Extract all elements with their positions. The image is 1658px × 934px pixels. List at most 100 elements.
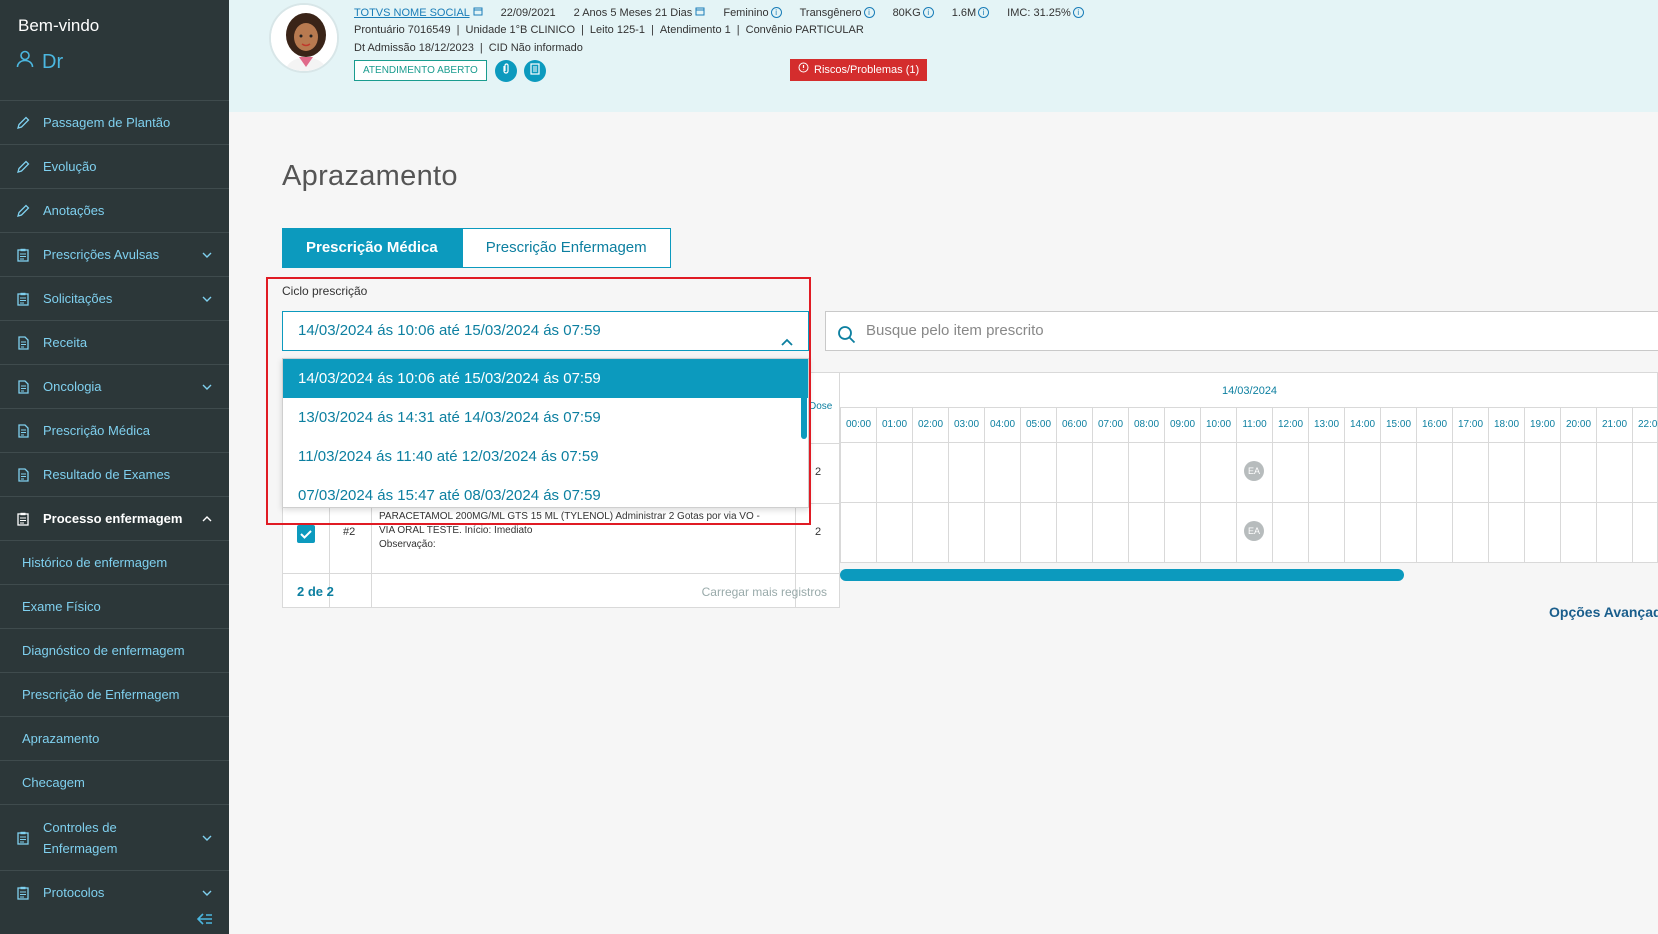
timeline-cell[interactable]: [1092, 443, 1128, 502]
timeline-cell[interactable]: [1272, 443, 1308, 502]
collapse-sidebar-icon[interactable]: [196, 912, 213, 926]
schedule-badge[interactable]: EA: [1244, 521, 1264, 541]
sidebar-subitem-checagem[interactable]: Checagem: [0, 760, 229, 804]
timeline-cell[interactable]: [1452, 443, 1488, 502]
timeline-cell[interactable]: [1524, 443, 1560, 502]
timeline-cell[interactable]: [1056, 503, 1092, 562]
timeline-cell[interactable]: [948, 503, 984, 562]
timeline-cell[interactable]: [1308, 443, 1344, 502]
timeline-cell[interactable]: [1200, 503, 1236, 562]
timeline-cell[interactable]: [876, 503, 912, 562]
timeline-cell[interactable]: [1416, 503, 1452, 562]
patient-name-link[interactable]: TOTVS NOME SOCIAL: [354, 7, 470, 19]
sidebar-item-prescricoes-avulsas[interactable]: Prescrições Avulsas: [0, 232, 229, 276]
sidebar-item-oncologia[interactable]: Oncologia: [0, 364, 229, 408]
timeline-hour: 13:00: [1308, 408, 1344, 444]
timeline-cell[interactable]: [1020, 503, 1056, 562]
sidebar-subitem-exame-fisico[interactable]: Exame Físico: [0, 584, 229, 628]
sidebar-item-controles-de-enfermagem[interactable]: Controles de Enfermagem: [0, 804, 229, 870]
timeline-cell[interactable]: [1416, 443, 1452, 502]
timeline-cell[interactable]: [876, 443, 912, 502]
sidebar-subitem-historico-de-enfermagem[interactable]: Histórico de enfermagem: [0, 540, 229, 584]
timeline-cell[interactable]: [840, 443, 876, 502]
info-icon[interactable]: i: [922, 7, 934, 19]
sidebar-subitem-aprazamento[interactable]: Aprazamento: [0, 716, 229, 760]
info-icon[interactable]: i: [770, 7, 782, 19]
timeline-cell[interactable]: [912, 443, 948, 502]
sidebar-item-protocolos[interactable]: Protocolos: [0, 870, 229, 914]
timeline-cell[interactable]: [840, 503, 876, 562]
tab-prescricao-medica[interactable]: Prescrição Médica: [282, 228, 462, 268]
timeline-cell[interactable]: [1164, 443, 1200, 502]
sidebar-item-processo-enfermagem[interactable]: Processo enfermagem: [0, 496, 229, 540]
sidebar-item-resultado-de-exames[interactable]: Resultado de Exames: [0, 452, 229, 496]
timeline-cell[interactable]: [1272, 503, 1308, 562]
dose-value: 2: [815, 466, 822, 478]
info-icon[interactable]: i: [978, 7, 990, 19]
dropdown-option[interactable]: 07/03/2024 ás 15:47 até 08/03/2024 ás 07…: [283, 476, 808, 507]
load-more-link[interactable]: Carregar mais registros: [702, 585, 827, 599]
timeline-cell[interactable]: [1488, 443, 1524, 502]
timeline-row: EA: [840, 443, 1658, 503]
tab-prescricao-enfermagem[interactable]: Prescrição Enfermagem: [461, 228, 671, 268]
timeline-cell[interactable]: [912, 503, 948, 562]
timeline-cell[interactable]: [1380, 443, 1416, 502]
timeline-cell[interactable]: [1020, 443, 1056, 502]
timeline-cell[interactable]: [1344, 443, 1380, 502]
timeline-cell[interactable]: [1128, 443, 1164, 502]
timeline-cell[interactable]: [1632, 503, 1658, 562]
timeline-cell[interactable]: [1488, 503, 1524, 562]
info-icon[interactable]: i: [1072, 7, 1084, 19]
patient-imc: IMC: 31.25%: [1007, 6, 1071, 19]
timeline-cell[interactable]: [1560, 443, 1596, 502]
timeline-cell[interactable]: [1128, 503, 1164, 562]
timeline-cell[interactable]: [1308, 503, 1344, 562]
timeline-cell[interactable]: [1200, 443, 1236, 502]
sidebar-item-receita[interactable]: Receita: [0, 320, 229, 364]
document-button[interactable]: [524, 60, 546, 82]
sidebar-subitem-diagnostico-de-enfermagem[interactable]: Diagnóstico de enfermagem: [0, 628, 229, 672]
horizontal-scrollbar[interactable]: [840, 569, 1404, 581]
timeline-cell[interactable]: [1596, 443, 1632, 502]
sidebar-item-prescricao-medica[interactable]: Prescrição Médica: [0, 408, 229, 452]
timeline-cell[interactable]: [1596, 503, 1632, 562]
dropdown-scrollbar[interactable]: [801, 361, 807, 439]
sidebar-item-label: Exame Físico: [22, 599, 101, 614]
timeline-cell[interactable]: [1560, 503, 1596, 562]
timeline-cell[interactable]: [984, 503, 1020, 562]
attachment-button[interactable]: [495, 60, 517, 82]
dropdown-option[interactable]: 11/03/2024 ás 11:40 até 12/03/2024 ás 07…: [283, 437, 808, 476]
user-name[interactable]: Dr: [16, 50, 63, 74]
timeline-cell[interactable]: [1056, 443, 1092, 502]
timeline-cell[interactable]: [1344, 503, 1380, 562]
table-row[interactable]: #2 PARACETAMOL 200MG/ML GTS 15 ML (TYLEN…: [283, 503, 841, 563]
timeline-cell[interactable]: [948, 443, 984, 502]
timeline-hours: 00:00 01:00 02:00 03:00 04:00 05:00 06:00 07:00…: [840, 407, 1658, 444]
advanced-options-link[interactable]: Opções Avançad: [1549, 604, 1658, 620]
document-icon: [16, 335, 30, 350]
dropdown-option[interactable]: 13/03/2024 ás 14:31 até 14/03/2024 ás 07…: [283, 398, 808, 437]
risks-problems-button[interactable]: Riscos/Problemas (1): [790, 59, 928, 81]
timeline-cell[interactable]: [1092, 503, 1128, 562]
timeline-cell[interactable]: [1380, 503, 1416, 562]
timeline-cell[interactable]: [1164, 503, 1200, 562]
search-input[interactable]: Busque pelo item prescrito: [825, 311, 1658, 351]
schedule-badge[interactable]: EA: [1244, 461, 1264, 481]
cycle-select[interactable]: 14/03/2024 ás 10:06 até 15/03/2024 ás 07…: [282, 311, 809, 351]
sidebar-item-passagem-de-plantao[interactable]: Passagem de Plantão: [0, 100, 229, 144]
info-icon[interactable]: i: [863, 7, 875, 19]
sidebar-item-anotacoes[interactable]: Anotações: [0, 188, 229, 232]
patient-line-2: Prontuário 7016549 | Unidade 1°B CLINICO |…: [354, 24, 864, 36]
sidebar-item-evolucao[interactable]: Evolução: [0, 144, 229, 188]
sidebar-item-solicitacoes[interactable]: Solicitações: [0, 276, 229, 320]
timeline-cell[interactable]: [1452, 503, 1488, 562]
row-checkbox[interactable]: [297, 525, 315, 543]
unit: Unidade 1°B CLINICO: [465, 24, 576, 36]
timeline-cell[interactable]: [1524, 503, 1560, 562]
sidebar-item-label: Receita: [43, 335, 88, 350]
timeline-cell[interactable]: [984, 443, 1020, 502]
sidebar-subitem-prescricao-de-enfermagem[interactable]: Prescrição de Enfermagem: [0, 672, 229, 716]
dropdown-option[interactable]: 14/03/2024 ás 10:06 até 15/03/2024 ás 07…: [283, 359, 808, 398]
sidebar-menu: Passagem de Plantão Evolução Anotações Pres…: [0, 100, 229, 914]
timeline-cell[interactable]: [1632, 443, 1658, 502]
